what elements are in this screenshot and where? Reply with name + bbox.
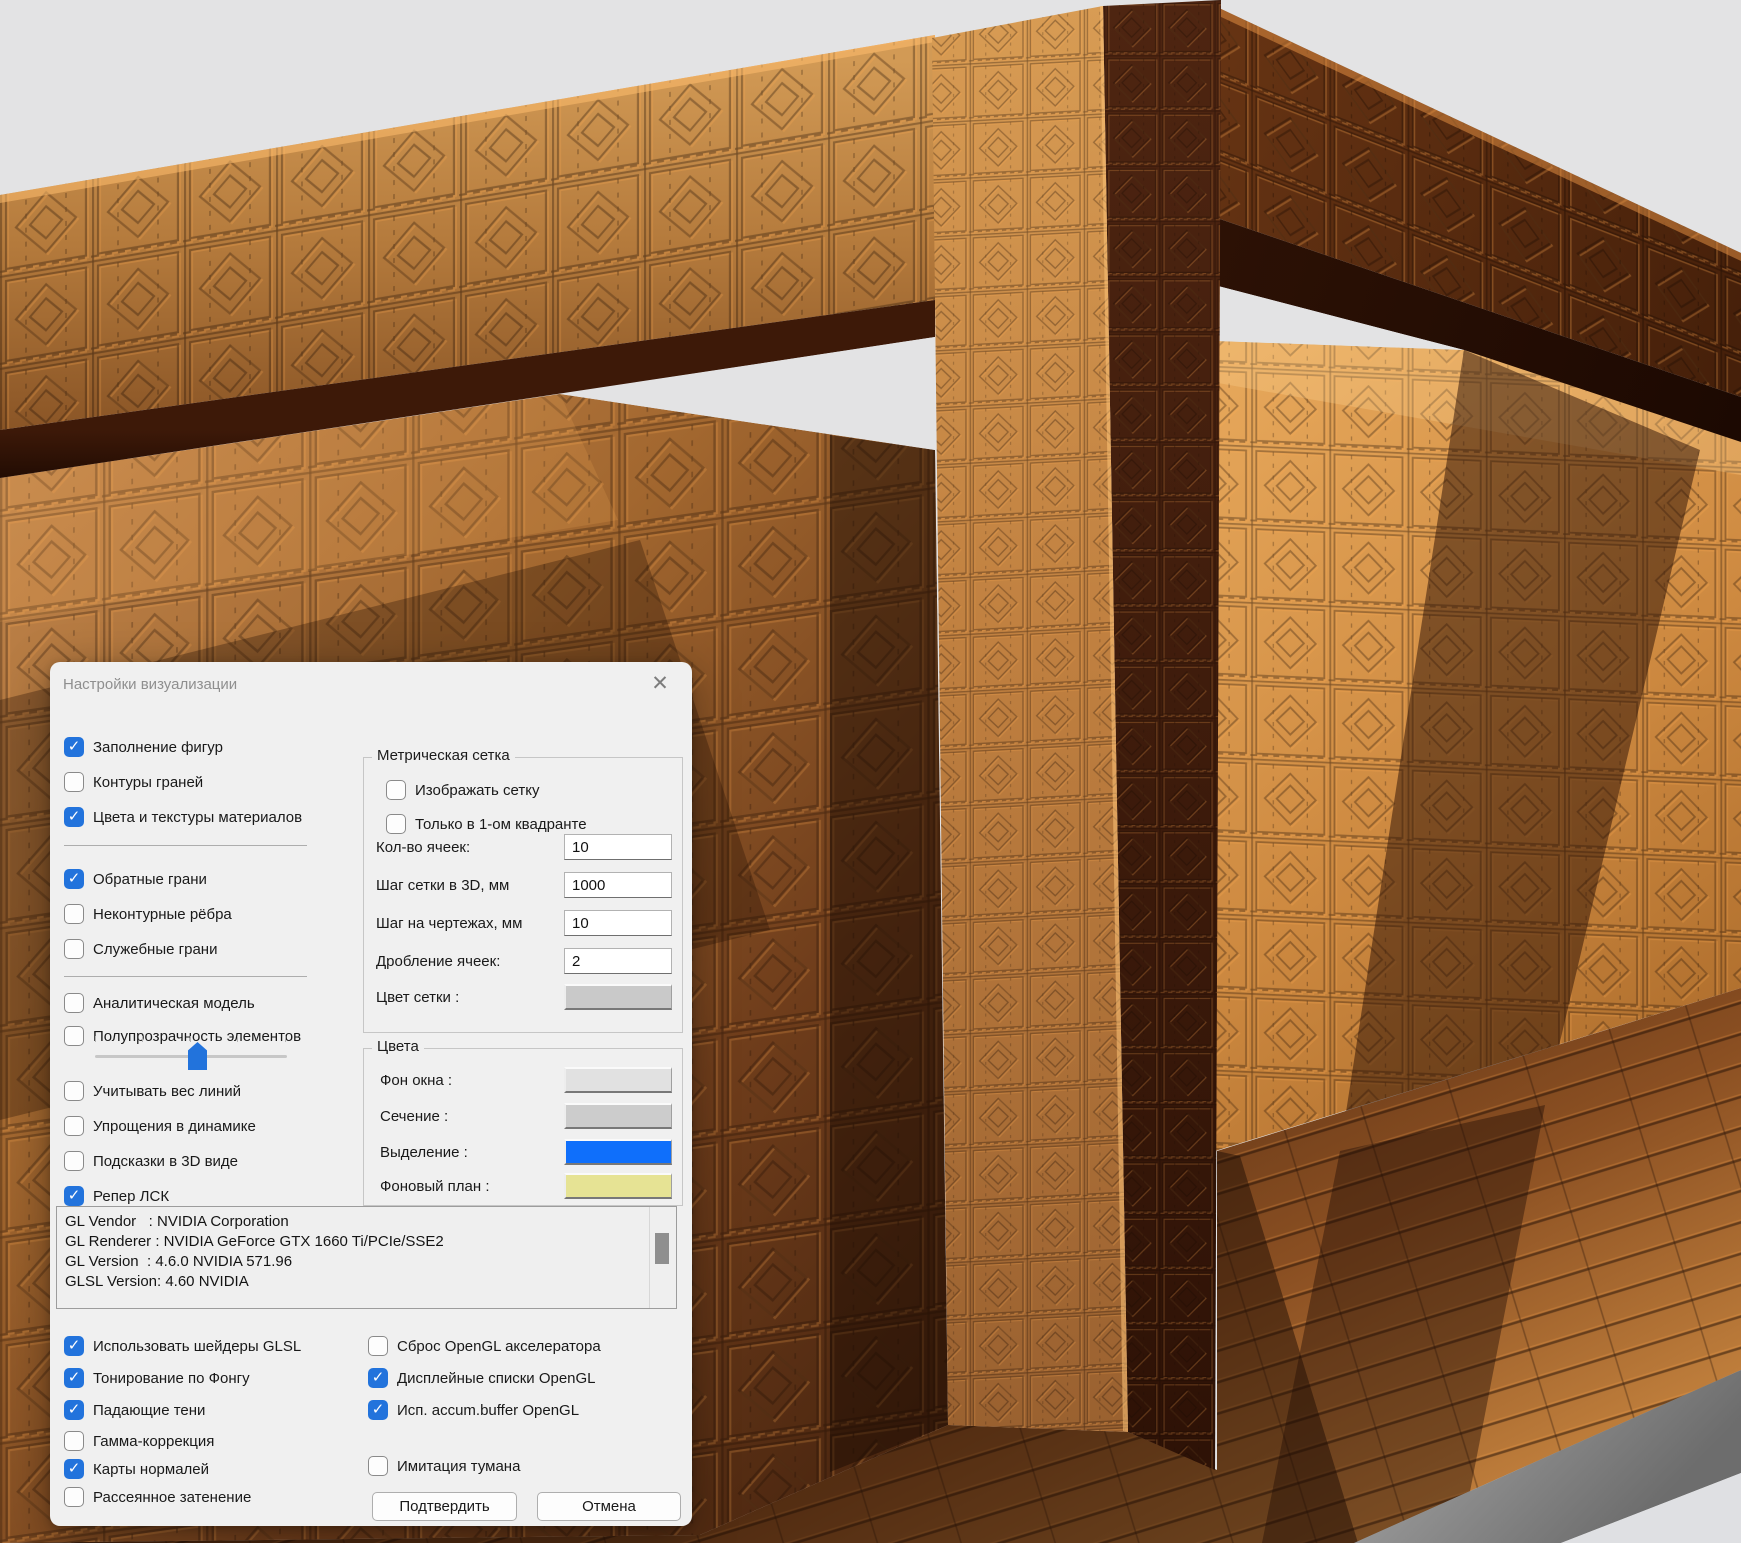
group-title: Метрическая сетка (372, 747, 515, 764)
checkbox-box[interactable] (64, 1431, 84, 1451)
checkbox-3d-hints[interactable]: Подсказки в 3D виде (64, 1150, 238, 1172)
cell-count-row: Кол-во ячеек: 10 (364, 834, 682, 860)
grid-step-3d-row: Шаг сетки в 3D, мм 1000 (364, 872, 682, 898)
checkbox-box[interactable] (64, 737, 84, 757)
grid-color-row: Цвет сетки : (364, 984, 682, 1010)
checkbox-fill-figures[interactable]: Заполнение фигур (64, 736, 223, 758)
checkbox-noncontour-edges[interactable]: Неконтурные рёбра (64, 903, 232, 925)
checkbox-box[interactable] (368, 1368, 388, 1388)
checkbox-box[interactable] (64, 1400, 84, 1420)
cell-count-input[interactable]: 10 (564, 834, 672, 860)
cell-subdivision-row: Дробление ячеек: 2 (364, 948, 682, 974)
cell-subdivision-input[interactable]: 2 (564, 948, 672, 974)
checkbox-box[interactable] (64, 993, 84, 1013)
checkbox-normal-maps[interactable]: Карты нормалей (64, 1458, 209, 1480)
gl-info-scrollbar[interactable] (649, 1207, 676, 1308)
window-bg-row: Фон окна : (364, 1067, 682, 1093)
checkbox-glsl-shaders[interactable]: Использовать шейдеры GLSL (64, 1335, 301, 1357)
window-bg-swatch[interactable] (564, 1067, 672, 1093)
checkbox-box[interactable] (64, 1368, 84, 1388)
background-plan-row: Фоновый план : (364, 1173, 682, 1199)
checkbox-first-quadrant[interactable]: Только в 1-ом квадранте (386, 813, 587, 835)
checkbox-show-grid[interactable]: Изображать сетку (386, 779, 539, 801)
slider-ticks (95, 1036, 287, 1042)
close-icon[interactable]: ✕ (646, 670, 674, 698)
glsl-version: GLSL Version: 4.60 NVIDIA (57, 1272, 676, 1292)
colors-group: Цвета Фон окна : Сечение : Выделение : Ф… (363, 1048, 683, 1206)
checkbox-box[interactable] (386, 814, 406, 834)
divider (64, 976, 307, 977)
slider-thumb[interactable] (188, 1042, 207, 1070)
checkbox-box[interactable] (64, 807, 84, 827)
background-plan-swatch[interactable] (564, 1173, 672, 1199)
metric-grid-group: Метрическая сетка Изображать сетку Тольк… (363, 757, 683, 1033)
grid-step-drawing-row: Шаг на чертежах, мм 10 (364, 910, 682, 936)
checkbox-box[interactable] (64, 1487, 84, 1507)
checkbox-box[interactable] (386, 780, 406, 800)
checkbox-gamma-correction[interactable]: Гамма-коррекция (64, 1430, 214, 1452)
divider (64, 845, 307, 846)
checkbox-cast-shadows[interactable]: Падающие тени (64, 1399, 205, 1421)
grid-step-3d-input[interactable]: 1000 (564, 872, 672, 898)
checkbox-box[interactable] (64, 1336, 84, 1356)
selection-color-swatch[interactable] (564, 1139, 672, 1165)
checkbox-accum-buffer[interactable]: Исп. accum.buffer OpenGL (368, 1399, 579, 1421)
checkbox-display-lists[interactable]: Дисплейные списки OpenGL (368, 1367, 596, 1389)
checkbox-box[interactable] (64, 1186, 84, 1206)
checkbox-phong-shading[interactable]: Тонирование по Фонгу (64, 1367, 250, 1389)
group-title: Цвета (372, 1038, 424, 1055)
grid-step-drawing-input[interactable]: 10 (564, 910, 672, 936)
checkbox-analytic-model[interactable]: Аналитическая модель (64, 992, 255, 1014)
gl-info-box: GL Vendor : NVIDIA Corporation GL Render… (56, 1206, 677, 1309)
checkbox-box[interactable] (64, 1459, 84, 1479)
section-color-row: Сечение : (364, 1103, 682, 1129)
checkbox-box[interactable] (64, 1081, 84, 1101)
checkbox-box[interactable] (368, 1400, 388, 1420)
checkbox-face-contours[interactable]: Контуры граней (64, 771, 203, 793)
checkbox-box[interactable] (64, 1026, 84, 1046)
transparency-slider[interactable] (95, 1036, 287, 1070)
checkbox-line-weight[interactable]: Учитывать вес линий (64, 1080, 241, 1102)
checkbox-box[interactable] (64, 1116, 84, 1136)
corner-pillar (932, 0, 1221, 1470)
section-color-swatch[interactable] (564, 1103, 672, 1129)
checkbox-box[interactable] (64, 1151, 84, 1171)
confirm-button[interactable]: Подтвердить (372, 1492, 517, 1521)
checkbox-box[interactable] (64, 939, 84, 959)
checkbox-dynamic-simplify[interactable]: Упрощения в динамике (64, 1115, 256, 1137)
grid-color-swatch[interactable] (564, 984, 672, 1010)
checkbox-fog[interactable]: Имитация тумана (368, 1455, 520, 1477)
checkbox-service-faces[interactable]: Служебные грани (64, 938, 217, 960)
checkbox-box[interactable] (368, 1456, 388, 1476)
checkbox-box[interactable] (64, 869, 84, 889)
gl-version: GL Version : 4.6.0 NVIDIA 571.96 (57, 1252, 676, 1272)
checkbox-box[interactable] (368, 1336, 388, 1356)
dialog-title: Настройки визуализации (63, 676, 237, 693)
checkbox-opengl-reset[interactable]: Сброс OpenGL акселератора (368, 1335, 601, 1357)
selection-color-row: Выделение : (364, 1139, 682, 1165)
checkbox-ambient-occlusion[interactable]: Рассеянное затенение (64, 1486, 251, 1508)
cancel-button[interactable]: Отмена (537, 1492, 681, 1521)
visualization-settings-dialog: Настройки визуализации ✕ Заполнение фигу… (50, 662, 692, 1526)
checkbox-lcs-marker[interactable]: Репер ЛСК (64, 1185, 169, 1207)
gl-renderer: GL Renderer : NVIDIA GeForce GTX 1660 Ti… (57, 1232, 676, 1252)
checkbox-box[interactable] (64, 904, 84, 924)
checkbox-material-textures[interactable]: Цвета и текстуры материалов (64, 806, 302, 828)
scrollbar-thumb[interactable] (655, 1233, 669, 1264)
gl-vendor: GL Vendor : NVIDIA Corporation (57, 1207, 676, 1232)
checkbox-back-faces[interactable]: Обратные грани (64, 868, 207, 890)
checkbox-box[interactable] (64, 772, 84, 792)
